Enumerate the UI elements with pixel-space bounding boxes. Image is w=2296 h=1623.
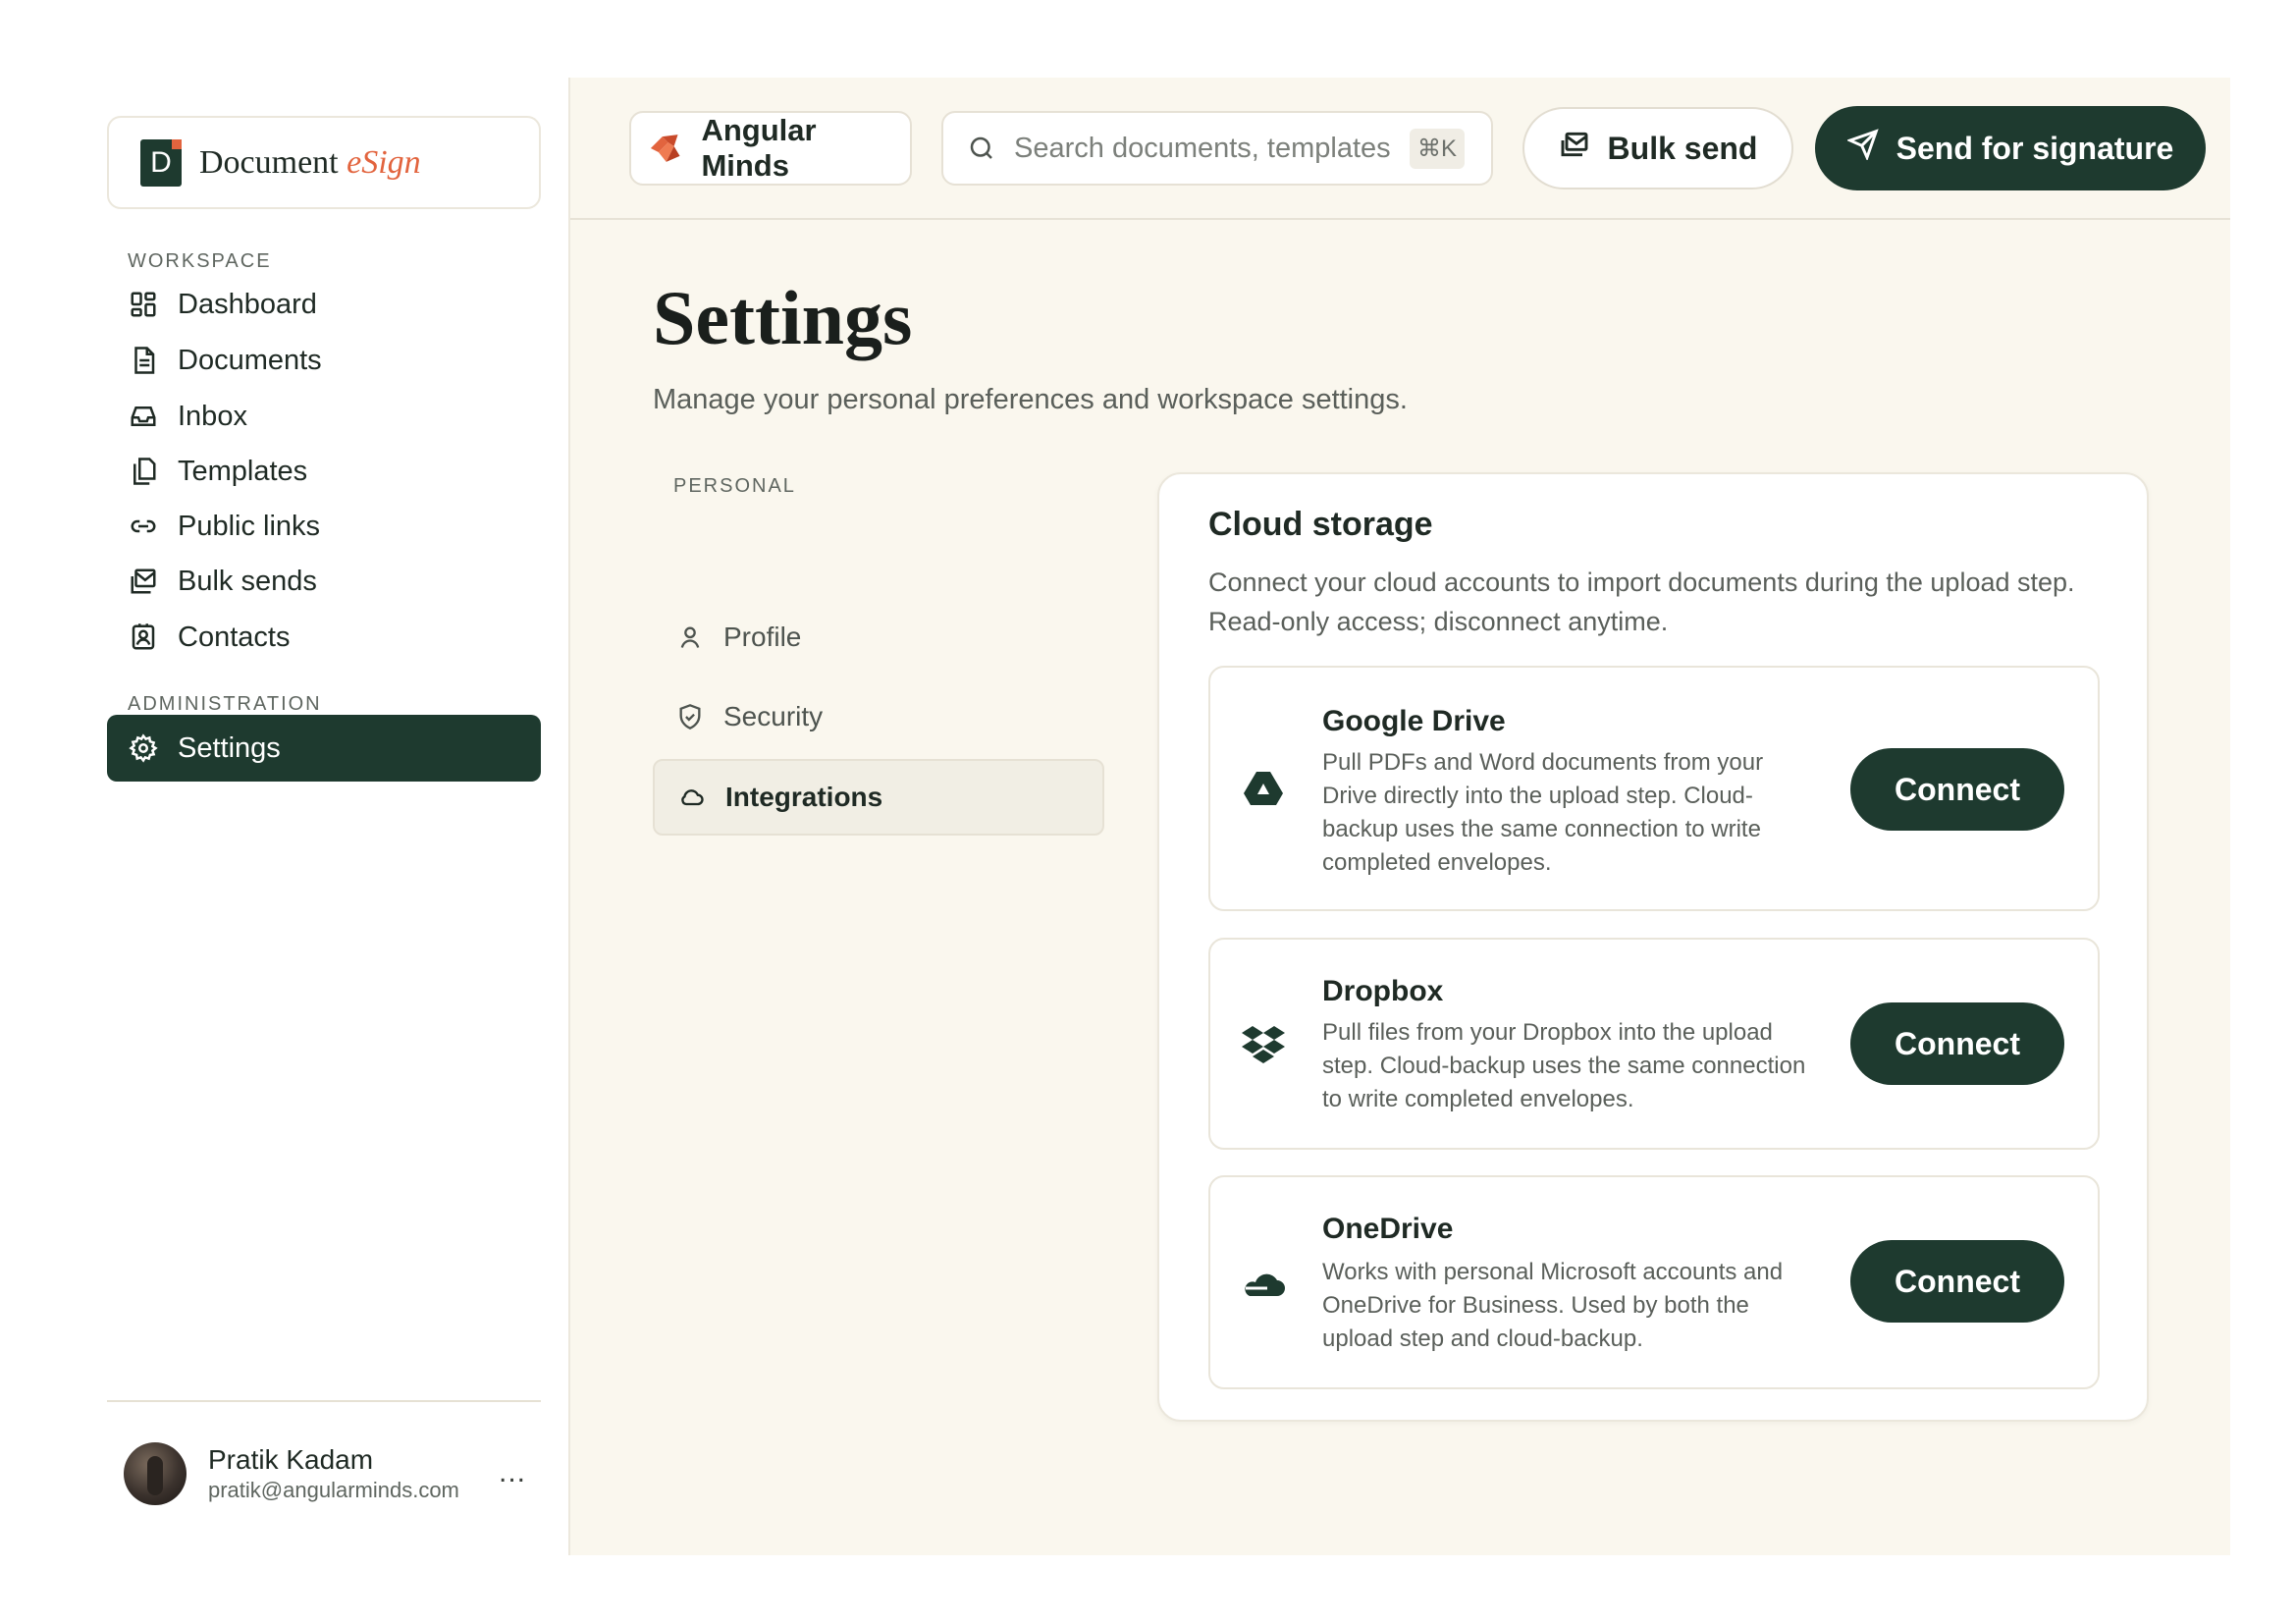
sidebar-item-contacts[interactable]: Contacts (107, 604, 541, 671)
personal-section-label: PERSONAL (673, 475, 796, 497)
settings-nav-label: Integrations (725, 782, 883, 812)
sidebar-divider (107, 1400, 541, 1402)
google-drive-icon (1240, 766, 1287, 813)
send-for-signature-button[interactable]: Send for signature (1815, 106, 2206, 190)
provider-description: Pull files from your Dropbox into the up… (1322, 1019, 1806, 1112)
document-icon (129, 346, 158, 375)
user-info: Pratik Kadam pratik@angularminds.com (208, 1444, 459, 1503)
sidebar-item-label: Public links (178, 510, 321, 542)
org-switcher[interactable]: Angular Minds (629, 111, 912, 186)
cloud-storage-card: Cloud storage Connect your cloud account… (1157, 472, 2149, 1422)
page-subtitle: Manage your personal preferences and wor… (653, 384, 1408, 415)
bulk-send-button[interactable]: Bulk send (1522, 107, 1793, 189)
cloud-icon (681, 789, 704, 806)
provider-name: OneDrive (1322, 1213, 1454, 1245)
search-shortcut-badge: ⌘K (1410, 128, 1466, 169)
settings-nav-label: Profile (723, 622, 802, 652)
bulk-send-label: Bulk send (1607, 130, 1758, 166)
sidebar-item-label: Inbox (178, 400, 247, 432)
provider-dropbox: Dropbox Pull files from your Dropbox int… (1208, 938, 2100, 1150)
user-email: pratik@angularminds.com (208, 1478, 459, 1502)
sidebar-item-label: Dashboard (178, 288, 317, 320)
settings-nav-integrations[interactable]: Integrations (653, 759, 1104, 836)
sidebar-item-label: Templates (178, 455, 308, 487)
brand-name-accent: eSign (347, 143, 421, 181)
more-options-icon[interactable]: ... (499, 1456, 526, 1489)
brand-name-main: Document (199, 143, 339, 181)
templates-icon (129, 457, 158, 486)
search-bar[interactable]: ⌘K (941, 111, 1493, 186)
main-content: Angular Minds ⌘K Bulk send Send for sign… (570, 78, 2230, 1555)
connect-onedrive-button[interactable]: Connect (1850, 1240, 2064, 1323)
provider-onedrive: OneDrive Works with personal Microsoft a… (1208, 1175, 2100, 1389)
bulk-send-icon (1559, 129, 1590, 168)
sidebar-item-label: Contacts (178, 621, 291, 653)
dropbox-icon (1240, 1022, 1287, 1069)
search-input[interactable] (1014, 132, 1392, 165)
sidebar-item-settings[interactable]: Settings (107, 715, 541, 782)
brand-mark-icon: D (140, 138, 182, 187)
shield-icon (679, 704, 701, 730)
org-name: Angular Minds (701, 113, 817, 183)
send-for-signature-label: Send for signature (1896, 130, 2174, 166)
sidebar-item-label: Settings (178, 731, 281, 764)
settings-nav-security[interactable]: Security (653, 678, 1104, 755)
bulk-send-icon (129, 567, 158, 596)
org-logo-icon (650, 135, 680, 162)
connect-google-drive-button[interactable]: Connect (1850, 748, 2064, 831)
workspace-section-label: WORKSPACE (128, 250, 272, 272)
settings-nav-profile[interactable]: Profile (653, 599, 1104, 676)
page-title: Settings (653, 275, 913, 360)
user-name: Pratik Kadam (208, 1444, 374, 1475)
dashboard-icon (129, 290, 158, 319)
link-icon (129, 512, 158, 541)
app-window: D Document eSign WORKSPACE Dashboard Doc… (82, 78, 2230, 1555)
sidebar-item-label: Bulk sends (178, 565, 317, 597)
onedrive-icon (1240, 1261, 1287, 1308)
topbar: Angular Minds ⌘K Bulk send Send for sign… (570, 78, 2230, 220)
sidebar: D Document eSign WORKSPACE Dashboard Doc… (82, 78, 570, 1555)
sidebar-item-label: Documents (178, 344, 322, 376)
user-icon (680, 626, 700, 648)
brand-name: Document eSign (199, 144, 421, 182)
card-description: Connect your cloud accounts to import do… (1208, 568, 2075, 636)
brand-logo[interactable]: D Document eSign (107, 116, 541, 209)
inbox-icon (129, 402, 158, 431)
send-icon (1845, 129, 1879, 168)
gear-icon (129, 733, 158, 763)
contacts-icon (129, 622, 158, 652)
provider-description: Pull PDFs and Word documents from your D… (1322, 749, 1764, 876)
provider-google-drive: Google Drive Pull PDFs and Word document… (1208, 666, 2100, 911)
avatar (124, 1442, 187, 1505)
user-profile[interactable]: Pratik Kadam pratik@angularminds.com ... (124, 1434, 536, 1513)
provider-description: Works with personal Microsoft accounts a… (1322, 1259, 1784, 1352)
connect-dropbox-button[interactable]: Connect (1850, 1002, 2064, 1085)
administration-section-label: ADMINISTRATION (128, 693, 322, 715)
settings-nav-label: Security (723, 701, 824, 731)
card-title: Cloud storage (1208, 506, 1433, 543)
search-icon (970, 136, 992, 159)
provider-name: Google Drive (1322, 705, 1506, 737)
provider-name: Dropbox (1322, 975, 1444, 1007)
